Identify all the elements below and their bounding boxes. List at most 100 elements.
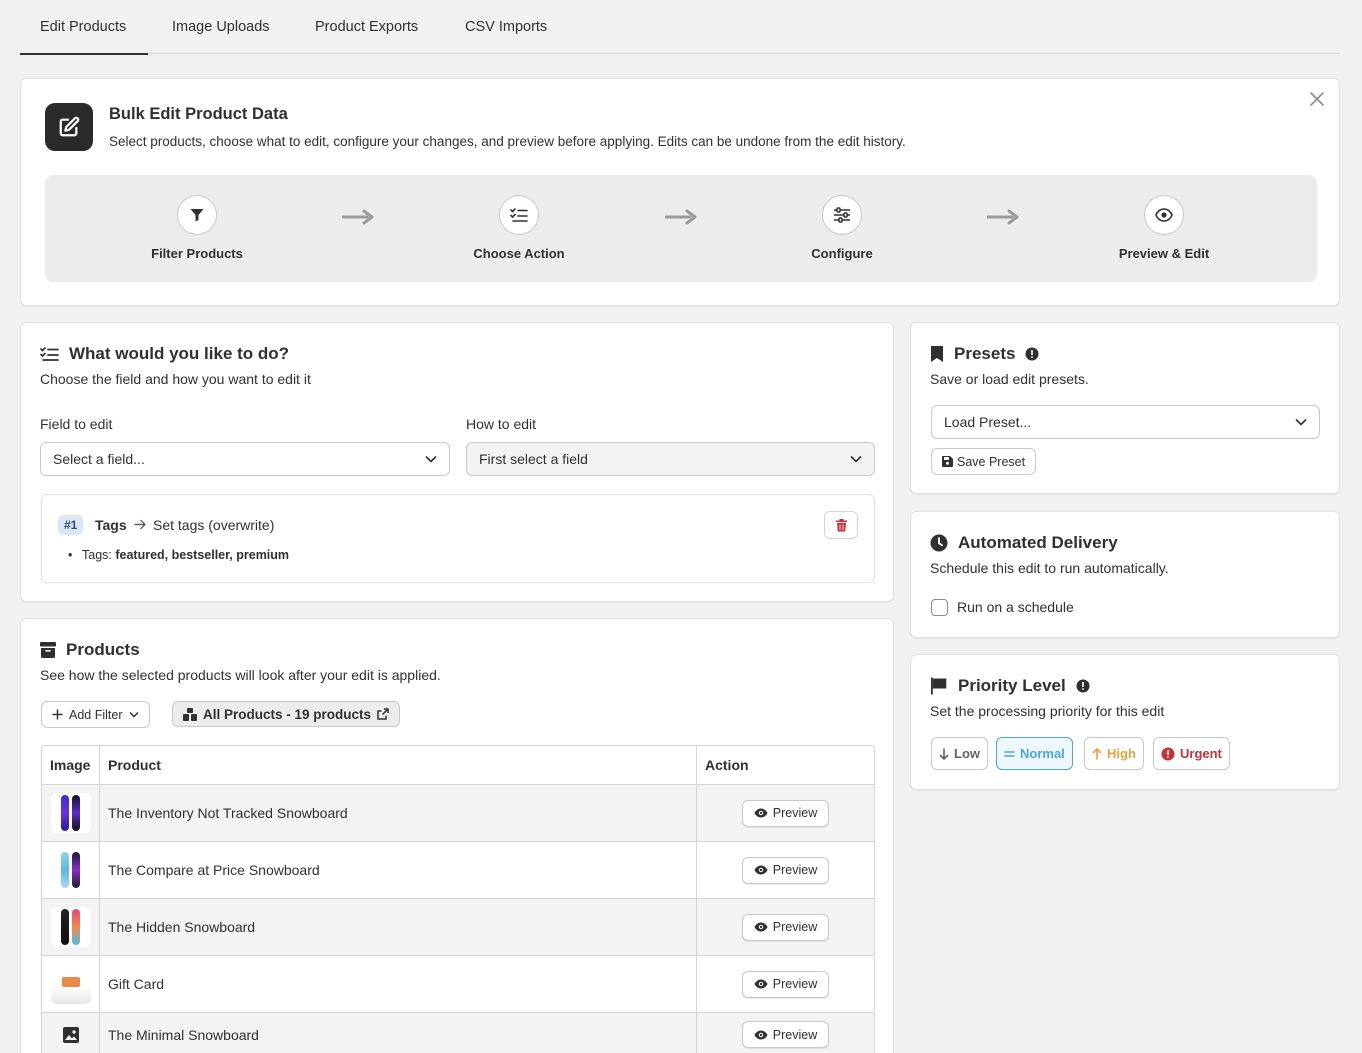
checklist-icon: [40, 347, 59, 361]
button-label: Normal: [1020, 746, 1065, 761]
table-row: The Hidden Snowboard Preview: [42, 898, 874, 955]
field-label: Field to edit: [40, 416, 113, 432]
arrow-right-icon: [134, 519, 146, 530]
priority-urgent-button[interactable]: Urgent: [1153, 737, 1230, 770]
workflow-steps: Filter Products Choose Action Configure …: [45, 175, 1317, 282]
tab-product-exports[interactable]: Product Exports: [295, 0, 441, 54]
section-title: Products: [66, 640, 140, 659]
product-name: The Compare at Price Snowboard: [100, 842, 697, 898]
product-thumbnail: [50, 964, 91, 1004]
button-label: Preview: [772, 977, 818, 991]
delete-edit-button[interactable]: [824, 511, 858, 539]
presets-card: Presets Save or load edit presets. Load …: [910, 322, 1340, 494]
arrow-down-icon: [939, 747, 949, 760]
chevron-down-icon: [850, 455, 862, 463]
product-thumbnail: [50, 850, 91, 890]
edit-number-badge: #1: [58, 515, 84, 535]
tab-image-uploads[interactable]: Image Uploads: [148, 0, 295, 54]
chevron-down-icon: [128, 711, 139, 718]
product-thumbnail: [50, 907, 91, 947]
priority-header: Priority Level: [930, 676, 1090, 696]
info-icon: [1025, 347, 1039, 361]
button-label: All Products - 19 products: [203, 706, 372, 722]
clock-icon: [930, 534, 948, 552]
button-label: Low: [954, 746, 980, 761]
edit-field: Tags: [95, 517, 127, 533]
plus-icon: [52, 709, 63, 720]
edit-item: #1 Tags Set tags (overwrite) Tags: featu…: [41, 494, 875, 583]
step-preview-edit: Preview & Edit: [1074, 195, 1254, 261]
table-row: The Inventory Not Tracked Snowboard Prev…: [42, 784, 874, 841]
column-header-image: Image: [42, 746, 100, 784]
eye-icon: [754, 808, 768, 818]
preview-button[interactable]: Preview: [742, 799, 829, 827]
product-name: The Inventory Not Tracked Snowboard: [100, 785, 697, 841]
product-name: Gift Card: [100, 956, 697, 1012]
products-table: Image Product Action The Inventory Not T…: [41, 745, 875, 1053]
button-label: Add Filter: [69, 707, 123, 722]
button-label: Preview: [772, 863, 818, 877]
preview-button[interactable]: Preview: [742, 913, 829, 941]
field-select[interactable]: Select a field...: [40, 442, 450, 476]
priority-low-button[interactable]: Low: [931, 737, 988, 770]
table-row: Gift Card Preview: [42, 955, 874, 1012]
automated-delivery-header: Automated Delivery: [930, 533, 1118, 553]
tab-bar: Edit Products Image Uploads Product Expo…: [20, 0, 1340, 55]
detail-label: Tags:: [82, 548, 116, 562]
step-label: Filter Products: [151, 246, 243, 261]
preview-button[interactable]: Preview: [742, 856, 829, 884]
section-title: Automated Delivery: [958, 533, 1118, 552]
column-header-action: Action: [705, 757, 749, 773]
select-value: Load Preset...: [944, 414, 1032, 430]
checkbox-label[interactable]: Run on a schedule: [957, 599, 1074, 615]
products-card: Products See how the selected products w…: [20, 618, 894, 1053]
how-select[interactable]: First select a field: [466, 442, 875, 476]
step-configure: Configure: [752, 195, 932, 261]
column-header-product: Product: [100, 746, 697, 784]
save-preset-button[interactable]: Save Preset: [931, 448, 1037, 475]
all-products-button[interactable]: All Products - 19 products: [172, 701, 401, 727]
eye-icon: [1144, 195, 1184, 235]
action-card: What would you like to do? Choose the fi…: [20, 322, 894, 602]
arrow-right-icon: [342, 209, 374, 225]
products-header: Products: [40, 640, 140, 660]
add-filter-button[interactable]: Add Filter: [41, 701, 150, 728]
button-label: Save Preset: [957, 454, 1026, 469]
presets-header: Presets: [930, 344, 1039, 364]
eye-icon: [754, 865, 768, 875]
flag-icon: [931, 677, 947, 695]
button-label: High: [1107, 746, 1136, 761]
section-title: Priority Level: [958, 676, 1066, 695]
button-label: Urgent: [1180, 746, 1222, 761]
info-icon: [1076, 679, 1090, 693]
products-icon: [183, 707, 197, 721]
section-title: What would you like to do?: [69, 344, 290, 363]
filter-icon: [177, 195, 217, 235]
priority-normal-button[interactable]: Normal: [996, 737, 1073, 770]
chevron-down-icon: [1295, 418, 1307, 426]
step-label: Choose Action: [473, 246, 565, 261]
priority-high-button[interactable]: High: [1084, 737, 1144, 770]
close-icon[interactable]: [1309, 91, 1325, 107]
schedule-checkbox[interactable]: [931, 599, 948, 616]
step-label: Configure: [811, 246, 873, 261]
load-preset-select[interactable]: Load Preset...: [931, 405, 1320, 439]
tab-edit-products[interactable]: Edit Products: [20, 0, 148, 55]
save-icon: [942, 456, 953, 467]
button-label: Preview: [772, 806, 818, 820]
tab-csv-imports[interactable]: CSV Imports: [441, 0, 567, 54]
eye-icon: [754, 979, 768, 989]
table-row: The Minimal Snowboard Preview: [42, 1012, 874, 1053]
checklist-icon: [499, 195, 539, 235]
detail-value: featured, bestseller, premium: [115, 548, 290, 562]
button-label: Preview: [772, 1027, 818, 1042]
step-choose-action: Choose Action: [429, 195, 609, 261]
bulk-edit-banner: Bulk Edit Product Data Select products, …: [20, 78, 1340, 306]
edit-detail: Tags: featured, bestseller, premium: [68, 548, 290, 562]
button-label: Preview: [772, 920, 818, 934]
preview-button[interactable]: Preview: [742, 970, 829, 998]
alert-icon: [1161, 747, 1175, 760]
preview-button[interactable]: Preview: [742, 1021, 829, 1048]
sliders-icon: [822, 195, 862, 235]
eye-icon: [754, 922, 768, 932]
